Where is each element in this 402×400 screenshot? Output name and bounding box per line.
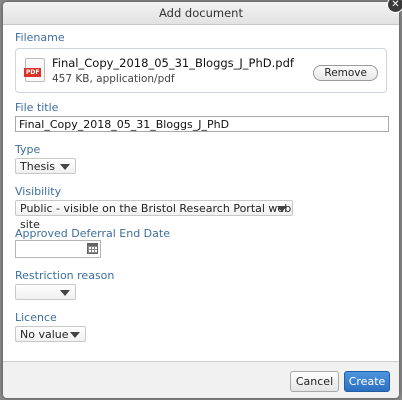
licence-select[interactable]: No value (15, 326, 86, 342)
chevron-down-icon (60, 164, 70, 170)
cancel-button[interactable]: Cancel (290, 371, 339, 392)
chevron-down-icon (60, 290, 70, 296)
pdf-file-icon: PDF (24, 58, 45, 82)
calendar-icon[interactable] (87, 243, 98, 254)
type-select[interactable]: Thesis (15, 158, 76, 174)
visibility-label: Visibility (15, 185, 62, 198)
file-title-input[interactable]: Final_Copy_2018_05_31_Bloggs_J_PhD (15, 116, 389, 132)
remove-button[interactable]: Remove (313, 65, 378, 81)
chevron-down-icon (70, 332, 80, 338)
restriction-reason-select[interactable] (15, 284, 76, 300)
dialog-title: Add document (3, 2, 399, 25)
add-document-dialog: Add document Filename PDF Final_Copy_201… (3, 2, 399, 398)
chevron-down-icon (277, 206, 287, 212)
filename-label: Filename (15, 31, 65, 44)
type-label: Type (15, 143, 41, 156)
close-icon[interactable]: ✕ (387, 0, 402, 13)
deferral-date-label: Approved Deferral End Date (15, 227, 170, 240)
dialog-body: Filename PDF Final_Copy_2018_05_31_Blogg… (3, 25, 399, 360)
pdf-badge: PDF (24, 68, 42, 77)
file-title-label: File title (15, 101, 59, 114)
licence-select-value: No value (20, 328, 69, 341)
deferral-date-input[interactable] (15, 240, 101, 258)
create-button[interactable]: Create (344, 371, 390, 392)
visibility-select[interactable]: Public - visible on the Bristol Research… (15, 200, 293, 231)
restriction-reason-label: Restriction reason (15, 269, 115, 282)
dialog-footer: Cancel Create (3, 361, 399, 398)
file-meta: 457 KB, application/pdf (52, 73, 175, 85)
type-select-value: Thesis (20, 160, 55, 173)
licence-label: Licence (15, 311, 57, 324)
file-name: Final_Copy_2018_05_31_Bloggs_J_PhD.pdf (52, 56, 294, 70)
file-card: PDF Final_Copy_2018_05_31_Bloggs_J_PhD.p… (15, 48, 387, 93)
